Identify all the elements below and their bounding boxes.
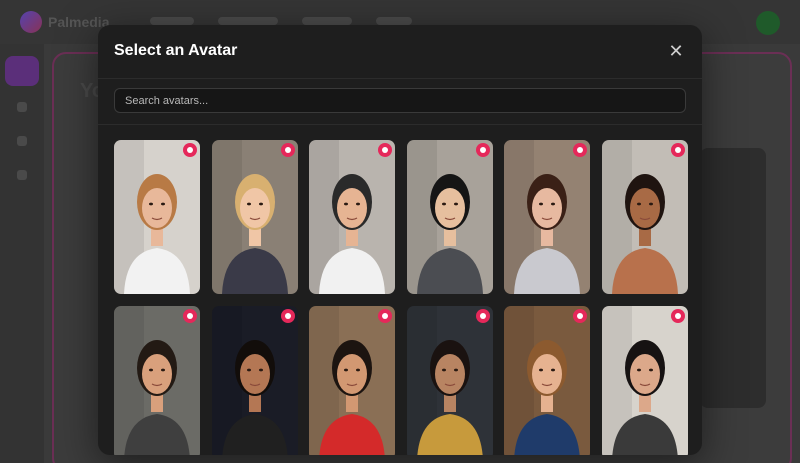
avatar-card[interactable]	[406, 306, 493, 455]
avatar-thumbnail	[114, 306, 200, 455]
sidebar-icon	[17, 136, 27, 146]
nav-item	[150, 17, 194, 25]
modal-title: Select an Avatar	[114, 42, 238, 59]
search-input[interactable]	[114, 88, 686, 113]
avatar-thumbnail	[406, 140, 493, 294]
nav-item	[302, 17, 352, 25]
avatar-thumbnail	[211, 140, 298, 294]
record-icon	[475, 143, 490, 157]
avatar-thumbnail	[504, 306, 591, 455]
avatar-card[interactable]	[114, 140, 200, 294]
avatar-thumbnail	[211, 306, 298, 455]
nav-item	[218, 17, 278, 25]
avatar-thumbnail	[309, 306, 396, 455]
avatar-card[interactable]	[309, 306, 396, 455]
record-icon	[183, 143, 197, 157]
search-bar	[98, 79, 702, 125]
avatar-thumbnail	[602, 306, 688, 455]
avatar-card[interactable]	[602, 306, 688, 455]
sidebar-icon	[17, 170, 27, 180]
record-icon	[671, 309, 685, 323]
modal-header: Select an Avatar ✕	[98, 25, 702, 79]
record-icon	[475, 309, 490, 323]
avatar-thumbnail	[504, 140, 591, 294]
record-icon	[183, 309, 197, 323]
close-icon[interactable]: ✕	[666, 41, 686, 61]
record-icon	[671, 143, 685, 157]
avatar-card[interactable]	[504, 306, 591, 455]
avatar-select-modal: Select an Avatar ✕	[98, 25, 702, 455]
record-icon	[280, 309, 295, 323]
avatar-card[interactable]	[114, 306, 200, 455]
sidebar-active-item	[5, 56, 39, 86]
sidebar-icon	[17, 102, 27, 112]
nav-item	[376, 17, 412, 25]
avatar-card[interactable]	[309, 140, 396, 294]
record-icon	[280, 143, 295, 157]
user-avatar	[756, 11, 780, 35]
avatar-card[interactable]	[504, 140, 591, 294]
app-logo-icon	[20, 11, 42, 33]
background-sidebar	[0, 44, 44, 463]
avatar-thumbnail	[602, 140, 688, 294]
avatar-card[interactable]	[211, 140, 298, 294]
avatar-card[interactable]	[602, 140, 688, 294]
avatar-card[interactable]	[211, 306, 298, 455]
background-card	[700, 148, 766, 408]
avatar-thumbnail	[309, 140, 396, 294]
avatar-thumbnail	[114, 140, 200, 294]
avatar-card[interactable]	[406, 140, 493, 294]
avatar-thumbnail	[406, 306, 493, 455]
